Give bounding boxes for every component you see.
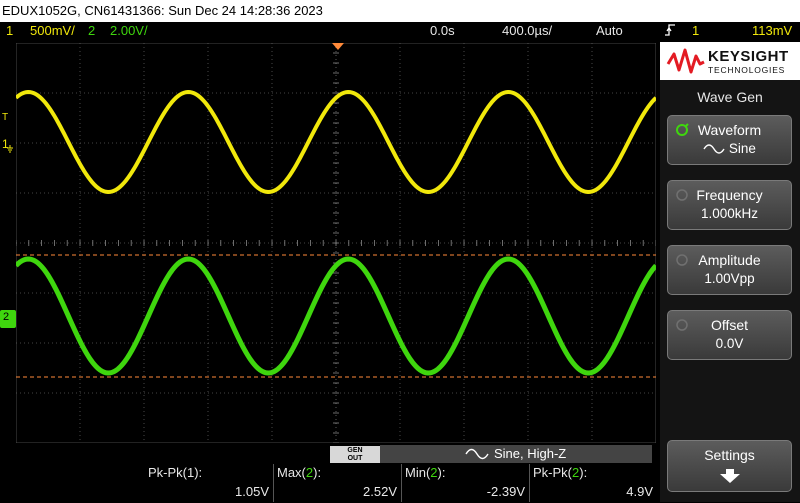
menu-title: Wave Gen xyxy=(697,89,763,105)
measurement-label: Min(2): xyxy=(405,465,446,480)
waveform-value: Sine xyxy=(668,141,791,156)
logo-brand: KEYSIGHT xyxy=(708,48,789,65)
waveform-svg xyxy=(16,43,656,443)
trigger-level-marker[interactable]: T xyxy=(2,112,16,124)
trigger-level[interactable]: 113mV xyxy=(752,22,792,40)
measurement-value: 1.05V xyxy=(235,484,269,499)
waveform-display[interactable] xyxy=(16,43,656,443)
trigger-source[interactable]: 1 xyxy=(692,22,699,40)
ch2-scale[interactable]: 2.00V/ xyxy=(110,22,148,40)
measurement-min-ch2[interactable]: Min(2): -2.39V xyxy=(405,463,529,503)
measurement-value: 4.9V xyxy=(626,484,653,499)
measurement-pkpk-ch2[interactable]: Pk-Pk(2): 4.9V xyxy=(533,463,657,503)
offset-softkey[interactable]: Offset 0.0V xyxy=(667,310,792,360)
settings-label: Settings xyxy=(704,447,755,463)
settings-softkey[interactable]: Settings xyxy=(667,440,792,492)
measurement-label: Pk-Pk(2): xyxy=(533,465,588,480)
amplitude-label: Amplitude xyxy=(698,252,761,268)
horizontal-delay[interactable]: 0.0s xyxy=(430,22,455,40)
ch1-scale[interactable]: 500mV/ xyxy=(30,22,75,40)
trigger-mode[interactable]: Auto xyxy=(596,22,623,40)
measurement-pkpk-ch1[interactable]: Pk-Pk(1): 1.05V xyxy=(148,463,273,503)
trigger-position-marker[interactable] xyxy=(332,43,344,50)
measurement-label: Max(2): xyxy=(277,465,322,480)
amplitude-value: 1.00Vpp xyxy=(704,271,755,286)
waveform-label: Waveform xyxy=(697,122,762,138)
keysight-wave-icon xyxy=(666,48,705,74)
keysight-logo: KEYSIGHT TECHNOLOGIES xyxy=(660,42,800,80)
measurement-divider xyxy=(401,464,402,502)
waveform-softkey[interactable]: Waveform Sine xyxy=(667,115,792,165)
wavegen-status: Sine, High-Z xyxy=(380,445,652,463)
wavegen-status-text: Sine, High-Z xyxy=(494,446,567,461)
frequency-label: Frequency xyxy=(696,187,763,203)
status-bar: 1 500mV/ 2 2.00V/ 0.0s 400.0µs/ Auto 1 1… xyxy=(0,22,800,40)
gen-out-indicator[interactable]: GEN OUT xyxy=(330,446,380,463)
sine-icon xyxy=(703,144,725,155)
ch2-marker-label: 2 xyxy=(3,311,10,323)
frequency-value: 1.000kHz xyxy=(700,206,759,221)
offset-value: 0.0V xyxy=(715,336,744,351)
graticule xyxy=(16,43,656,443)
measurement-label: Pk-Pk(1): xyxy=(148,465,203,480)
rising-edge-icon xyxy=(664,22,676,43)
measurement-max-ch2[interactable]: Max(2): 2.52V xyxy=(277,463,401,503)
window-title: EDUX1052G, CN61431366: Sun Dec 24 14:28:… xyxy=(0,0,800,22)
arrow-down-icon xyxy=(720,469,740,483)
measurement-value: 2.52V xyxy=(363,484,397,499)
logo-sub: TECHNOLOGIES xyxy=(708,65,786,75)
ch1-number[interactable]: 1 xyxy=(6,22,13,40)
softkey-panel: KEYSIGHT TECHNOLOGIES Wave Gen Waveform … xyxy=(660,42,800,502)
ch2-number[interactable]: 2 xyxy=(88,22,95,40)
frequency-softkey[interactable]: Frequency 1.000kHz xyxy=(667,180,792,230)
sine-icon xyxy=(465,448,489,460)
offset-label: Offset xyxy=(710,317,749,333)
timebase-scale[interactable]: 400.0µs/ xyxy=(502,22,552,40)
amplitude-softkey[interactable]: Amplitude 1.00Vpp xyxy=(667,245,792,295)
ground-icon xyxy=(7,145,13,153)
measurement-divider xyxy=(273,464,274,502)
ch2-ground-marker[interactable]: 2 xyxy=(0,310,16,328)
measurement-value: -2.39V xyxy=(486,484,525,499)
measurement-divider xyxy=(529,464,530,502)
ch1-ground-marker[interactable]: 1 xyxy=(2,135,16,153)
